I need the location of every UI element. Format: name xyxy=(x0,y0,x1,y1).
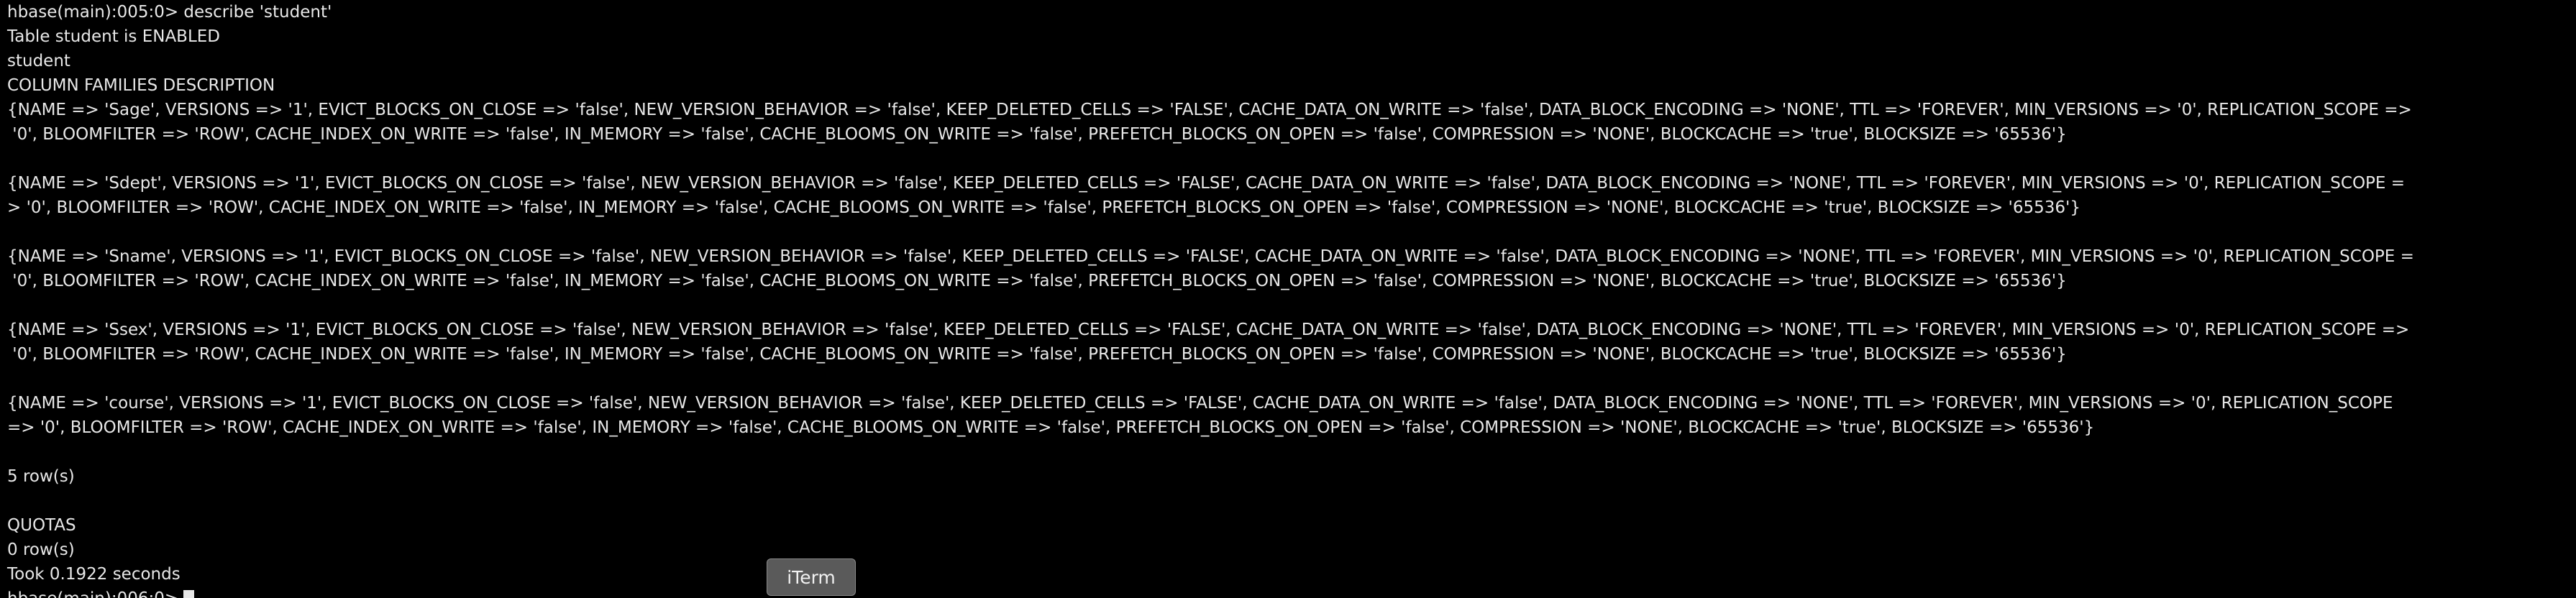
terminal-line-cf-ssex-2: '0', BLOOMFILTER => 'ROW', CACHE_INDEX_O… xyxy=(7,345,2067,364)
iterm-tooltip: iTerm xyxy=(767,558,856,596)
terminal-prompt-line[interactable]: hbase(main):006:0> xyxy=(7,586,195,598)
terminal-line-quotas-count: 0 row(s) xyxy=(7,540,75,559)
terminal-line-table-name: student xyxy=(7,52,70,70)
terminal-line-row-count: 5 row(s) xyxy=(7,467,75,486)
terminal-output[interactable]: hbase(main):005:0> describe 'student' Ta… xyxy=(0,0,2576,598)
text-cursor xyxy=(183,590,195,598)
terminal-line-cf-sage-2: '0', BLOOMFILTER => 'ROW', CACHE_INDEX_O… xyxy=(7,125,2067,144)
terminal-line-cf-sage-1: {NAME => 'Sage', VERSIONS => '1', EVICT_… xyxy=(7,101,2412,119)
terminal-line-cf-sdept-1: {NAME => 'Sdept', VERSIONS => '1', EVICT… xyxy=(7,174,2406,193)
terminal-line-cf-sname-2: '0', BLOOMFILTER => 'ROW', CACHE_INDEX_O… xyxy=(7,272,2067,290)
terminal-line-cf-course-1: {NAME => 'course', VERSIONS => '1', EVIC… xyxy=(7,394,2393,413)
terminal-line-cf-sname-1: {NAME => 'Sname', VERSIONS => '1', EVICT… xyxy=(7,247,2414,266)
terminal-line-quotas: QUOTAS xyxy=(7,516,76,535)
terminal-prompt: hbase(main):006:0> xyxy=(7,589,183,598)
terminal-line-cf-course-2: => '0', BLOOMFILTER => 'ROW', CACHE_INDE… xyxy=(7,418,2095,437)
terminal-line-cf-header: COLUMN FAMILIES DESCRIPTION xyxy=(7,76,275,95)
terminal-line-table-status: Table student is ENABLED xyxy=(7,27,221,46)
terminal-line-cf-sdept-2: > '0', BLOOMFILTER => 'ROW', CACHE_INDEX… xyxy=(7,198,2081,217)
terminal-line-cf-ssex-1: {NAME => 'Ssex', VERSIONS => '1', EVICT_… xyxy=(7,321,2410,339)
terminal-line-timing: Took 0.1922 seconds xyxy=(7,565,181,584)
terminal-line-command: hbase(main):005:0> describe 'student' xyxy=(7,3,332,22)
